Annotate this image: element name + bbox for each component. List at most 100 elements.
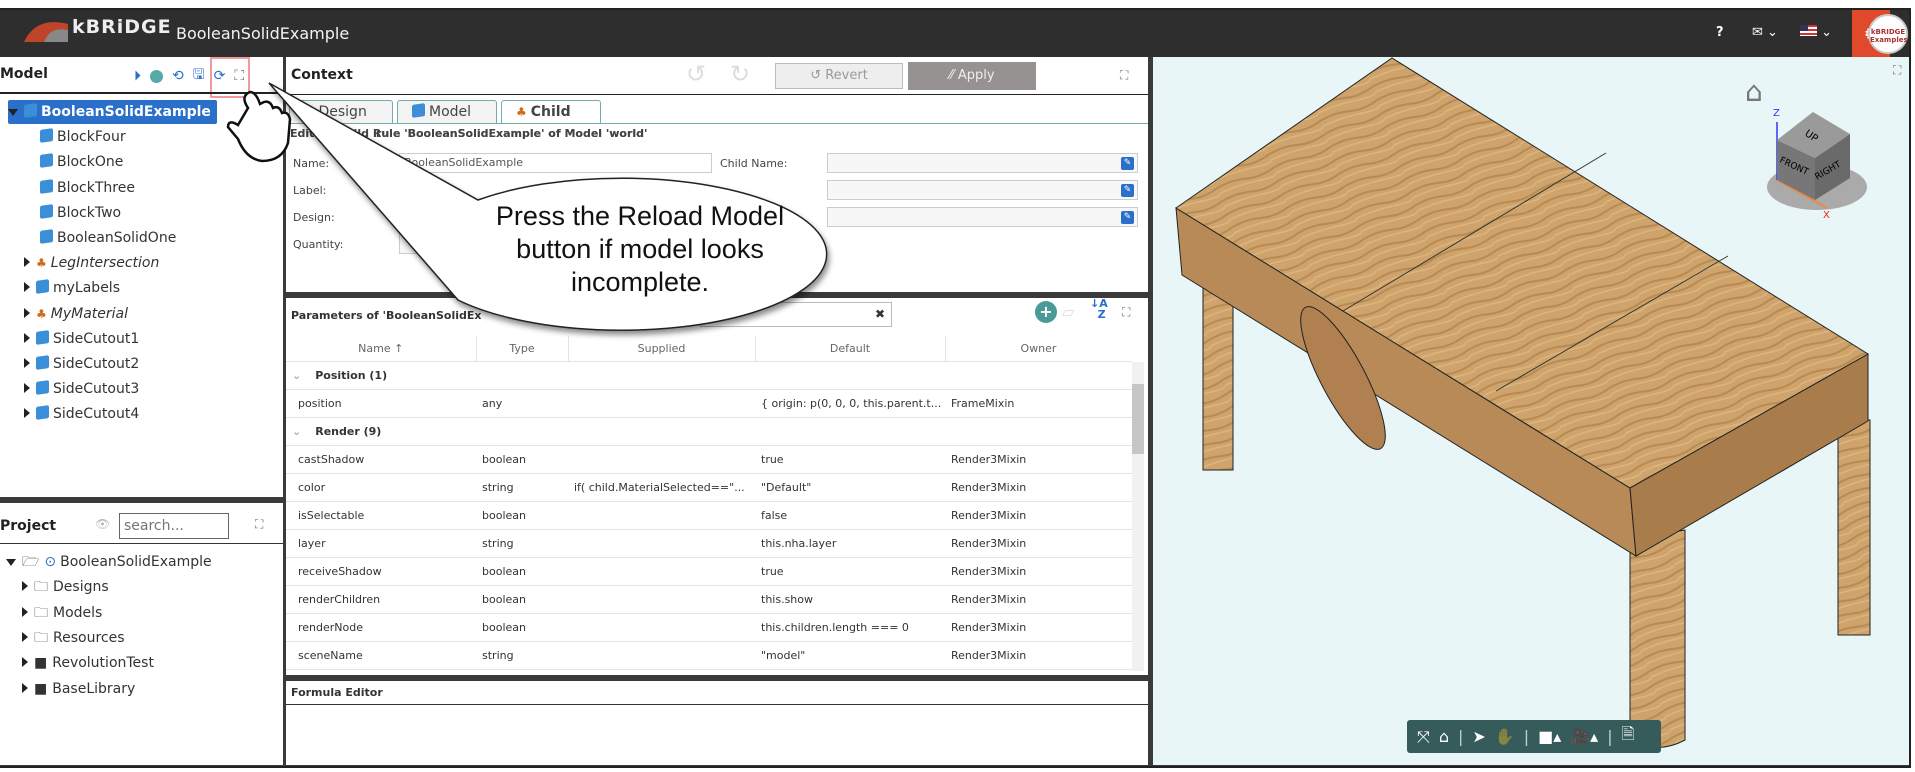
language-menu[interactable]: ⌄ bbox=[1800, 25, 1832, 40]
chevron-down-icon[interactable]: ⌄ bbox=[292, 369, 301, 382]
expanded-caret-icon[interactable] bbox=[8, 109, 18, 116]
chevron-down-icon[interactable]: ⌄ bbox=[292, 425, 301, 438]
edit-pencil-icon[interactable]: ✎ bbox=[1121, 184, 1134, 197]
view-cube[interactable]: UP FRONT RIGHT Z X bbox=[1765, 100, 1875, 220]
play-icon[interactable]: ⏵ bbox=[134, 68, 141, 84]
collapsed-caret-icon[interactable] bbox=[24, 282, 30, 293]
tree-item[interactable]: ♣ LegIntersection bbox=[24, 251, 159, 275]
collapsed-caret-icon[interactable] bbox=[24, 307, 30, 318]
tree-item[interactable]: ♣ MyMaterial bbox=[24, 302, 128, 326]
parameters-scrollbar[interactable] bbox=[1132, 362, 1144, 671]
group-row[interactable]: ⌄ Render (9) bbox=[286, 417, 1132, 446]
column-header[interactable]: Owner bbox=[945, 336, 1132, 362]
camera-menu-icon[interactable]: 🎥▴ bbox=[1570, 727, 1598, 746]
maximize-icon[interactable]: ⛶ bbox=[1122, 305, 1130, 320]
tree-item[interactable]: SideCutout3 bbox=[24, 377, 139, 401]
tree-item[interactable]: BlockThree bbox=[40, 176, 135, 200]
tree-item[interactable]: SideCutout4 bbox=[24, 402, 139, 426]
collapsed-caret-icon[interactable] bbox=[22, 682, 28, 693]
table-row[interactable]: position any { origin: p(0, 0, 0, this.par… bbox=[286, 389, 1132, 418]
apply-button[interactable]: ⁄⁄ Apply bbox=[908, 62, 1036, 90]
table-row[interactable]: isSelectable boolean false Render3Mixin bbox=[286, 501, 1132, 530]
table-row[interactable]: renderChildren boolean this.show Render3Mix… bbox=[286, 585, 1132, 614]
tab-model[interactable]: Model bbox=[397, 100, 497, 123]
group-label: Position (1) bbox=[315, 368, 388, 382]
home-view-button[interactable]: ⌂ bbox=[1745, 75, 1763, 108]
home-icon[interactable]: ⌂ bbox=[1439, 727, 1449, 746]
project-tree-item[interactable]: 🗀 Models bbox=[22, 601, 102, 625]
view-cube-menu-icon[interactable]: ■▴ bbox=[1538, 727, 1561, 746]
collapsed-caret-icon[interactable] bbox=[24, 408, 30, 419]
tree-item[interactable]: SideCutout1 bbox=[24, 327, 139, 351]
revert-button[interactable]: ↺ Revert bbox=[775, 63, 903, 89]
mail-menu[interactable]: ✉ ⌄ bbox=[1752, 25, 1778, 40]
tree-item-label: BlockTwo bbox=[57, 204, 122, 221]
expanded-caret-icon[interactable] bbox=[6, 559, 16, 566]
project-search-input[interactable] bbox=[119, 513, 229, 539]
tree-item[interactable]: myLabels bbox=[24, 276, 120, 300]
tree-item[interactable]: BlockFour bbox=[40, 125, 126, 149]
tree-item[interactable]: BooleanSolidExample bbox=[8, 100, 217, 124]
help-button[interactable]: ? bbox=[1716, 25, 1724, 40]
collapsed-caret-icon[interactable] bbox=[24, 383, 30, 394]
sort-az-button[interactable]: ↓A Z bbox=[1090, 298, 1108, 320]
tab-design[interactable]: ⬢ Design bbox=[289, 100, 393, 123]
maximize-icon[interactable]: ⛶ bbox=[1120, 68, 1128, 83]
project-tree-item[interactable]: ■ RevolutionTest bbox=[22, 651, 154, 675]
table-row[interactable]: renderNode boolean this.children.length ==… bbox=[286, 613, 1132, 642]
table-row[interactable]: sceneName string "model" Render3Mixin bbox=[286, 641, 1132, 670]
maximize-icon[interactable]: ⛶ bbox=[255, 517, 263, 532]
edit-pencil-icon[interactable]: ✎ bbox=[1121, 211, 1134, 224]
tree-item[interactable]: BlockOne bbox=[40, 150, 123, 174]
table-row[interactable]: color string if( child.MaterialSelected=="… bbox=[286, 473, 1132, 502]
project-tree-item[interactable]: 🗀 Resources bbox=[22, 626, 125, 650]
redo-button[interactable]: ↻ bbox=[730, 60, 750, 88]
cube-icon bbox=[40, 153, 53, 169]
column-header[interactable]: Default bbox=[755, 336, 946, 362]
project-tree-item[interactable]: ■ BaseLibrary bbox=[22, 677, 135, 701]
collapsed-caret-icon[interactable] bbox=[22, 657, 28, 668]
collapsed-caret-icon[interactable] bbox=[24, 257, 30, 268]
field-3[interactable]: ✎ bbox=[827, 207, 1138, 227]
edit-pencil-icon[interactable]: ✎ bbox=[1121, 157, 1134, 170]
column-header[interactable]: Supplied bbox=[568, 336, 756, 362]
clear-icon[interactable]: ✖ bbox=[875, 307, 885, 321]
collapsed-caret-icon[interactable] bbox=[22, 581, 28, 592]
pan-hand-icon[interactable]: ✋ bbox=[1495, 727, 1515, 746]
eraser-icon[interactable]: ▱ bbox=[1062, 302, 1074, 321]
collapsed-caret-icon[interactable] bbox=[22, 631, 28, 642]
select-arrow-icon[interactable]: ➤ bbox=[1472, 727, 1485, 746]
table-row[interactable]: castShadow boolean true Render3Mixin bbox=[286, 445, 1132, 474]
field-2[interactable]: ✎ bbox=[827, 180, 1138, 200]
table-cell: Render3Mixin bbox=[945, 557, 1132, 586]
undo-history-icon[interactable]: ⟲ bbox=[172, 68, 184, 84]
avatar[interactable]: kBRIDGE Examples bbox=[1868, 14, 1908, 54]
viewer-maximize-icon[interactable]: ⛶ bbox=[1893, 63, 1901, 78]
hierarchy-icon: ♣ bbox=[36, 256, 47, 271]
column-header[interactable]: Name ↑ bbox=[286, 336, 477, 362]
name-field[interactable]: BooleanSolidExample bbox=[399, 153, 712, 173]
save-icon[interactable]: 🖫 bbox=[193, 64, 205, 88]
undo-button[interactable]: ↺ bbox=[686, 60, 706, 88]
group-row[interactable]: ⌄ Position (1) bbox=[286, 361, 1132, 390]
project-tree-item[interactable]: 🗁 ⊙ BooleanSolidExample bbox=[6, 550, 212, 574]
collapsed-caret-icon[interactable] bbox=[22, 606, 28, 617]
project-tree-item[interactable]: 🗀 Designs bbox=[22, 575, 109, 599]
tree-item[interactable]: BooleanSolidOne bbox=[40, 226, 176, 250]
child-name-label: Child Name: bbox=[720, 157, 788, 170]
tab-child[interactable]: ♣ Child bbox=[501, 100, 601, 124]
collapsed-caret-icon[interactable] bbox=[24, 332, 30, 343]
add-parameter-button[interactable]: + bbox=[1035, 301, 1057, 323]
collapsed-caret-icon[interactable] bbox=[24, 358, 30, 368]
visibility-icon[interactable]: 👁 bbox=[95, 517, 110, 531]
tree-item[interactable]: BlockTwo bbox=[40, 201, 121, 225]
fit-all-icon[interactable]: ⤧ bbox=[1417, 727, 1430, 747]
child-name-field[interactable]: ✎ bbox=[827, 153, 1138, 173]
parameter-filter-input[interactable]: ✖ bbox=[700, 302, 892, 327]
pdf-export-icon[interactable]: 🗎 bbox=[1622, 723, 1635, 750]
table-row[interactable]: receiveShadow boolean true Render3Mixin bbox=[286, 557, 1132, 586]
column-header[interactable]: Type bbox=[476, 336, 569, 362]
table-cell: "Default" bbox=[755, 473, 945, 502]
tree-item[interactable]: SideCutout2 bbox=[24, 352, 139, 376]
table-row[interactable]: layer string this.nha.layer Render3Mixin bbox=[286, 529, 1132, 558]
